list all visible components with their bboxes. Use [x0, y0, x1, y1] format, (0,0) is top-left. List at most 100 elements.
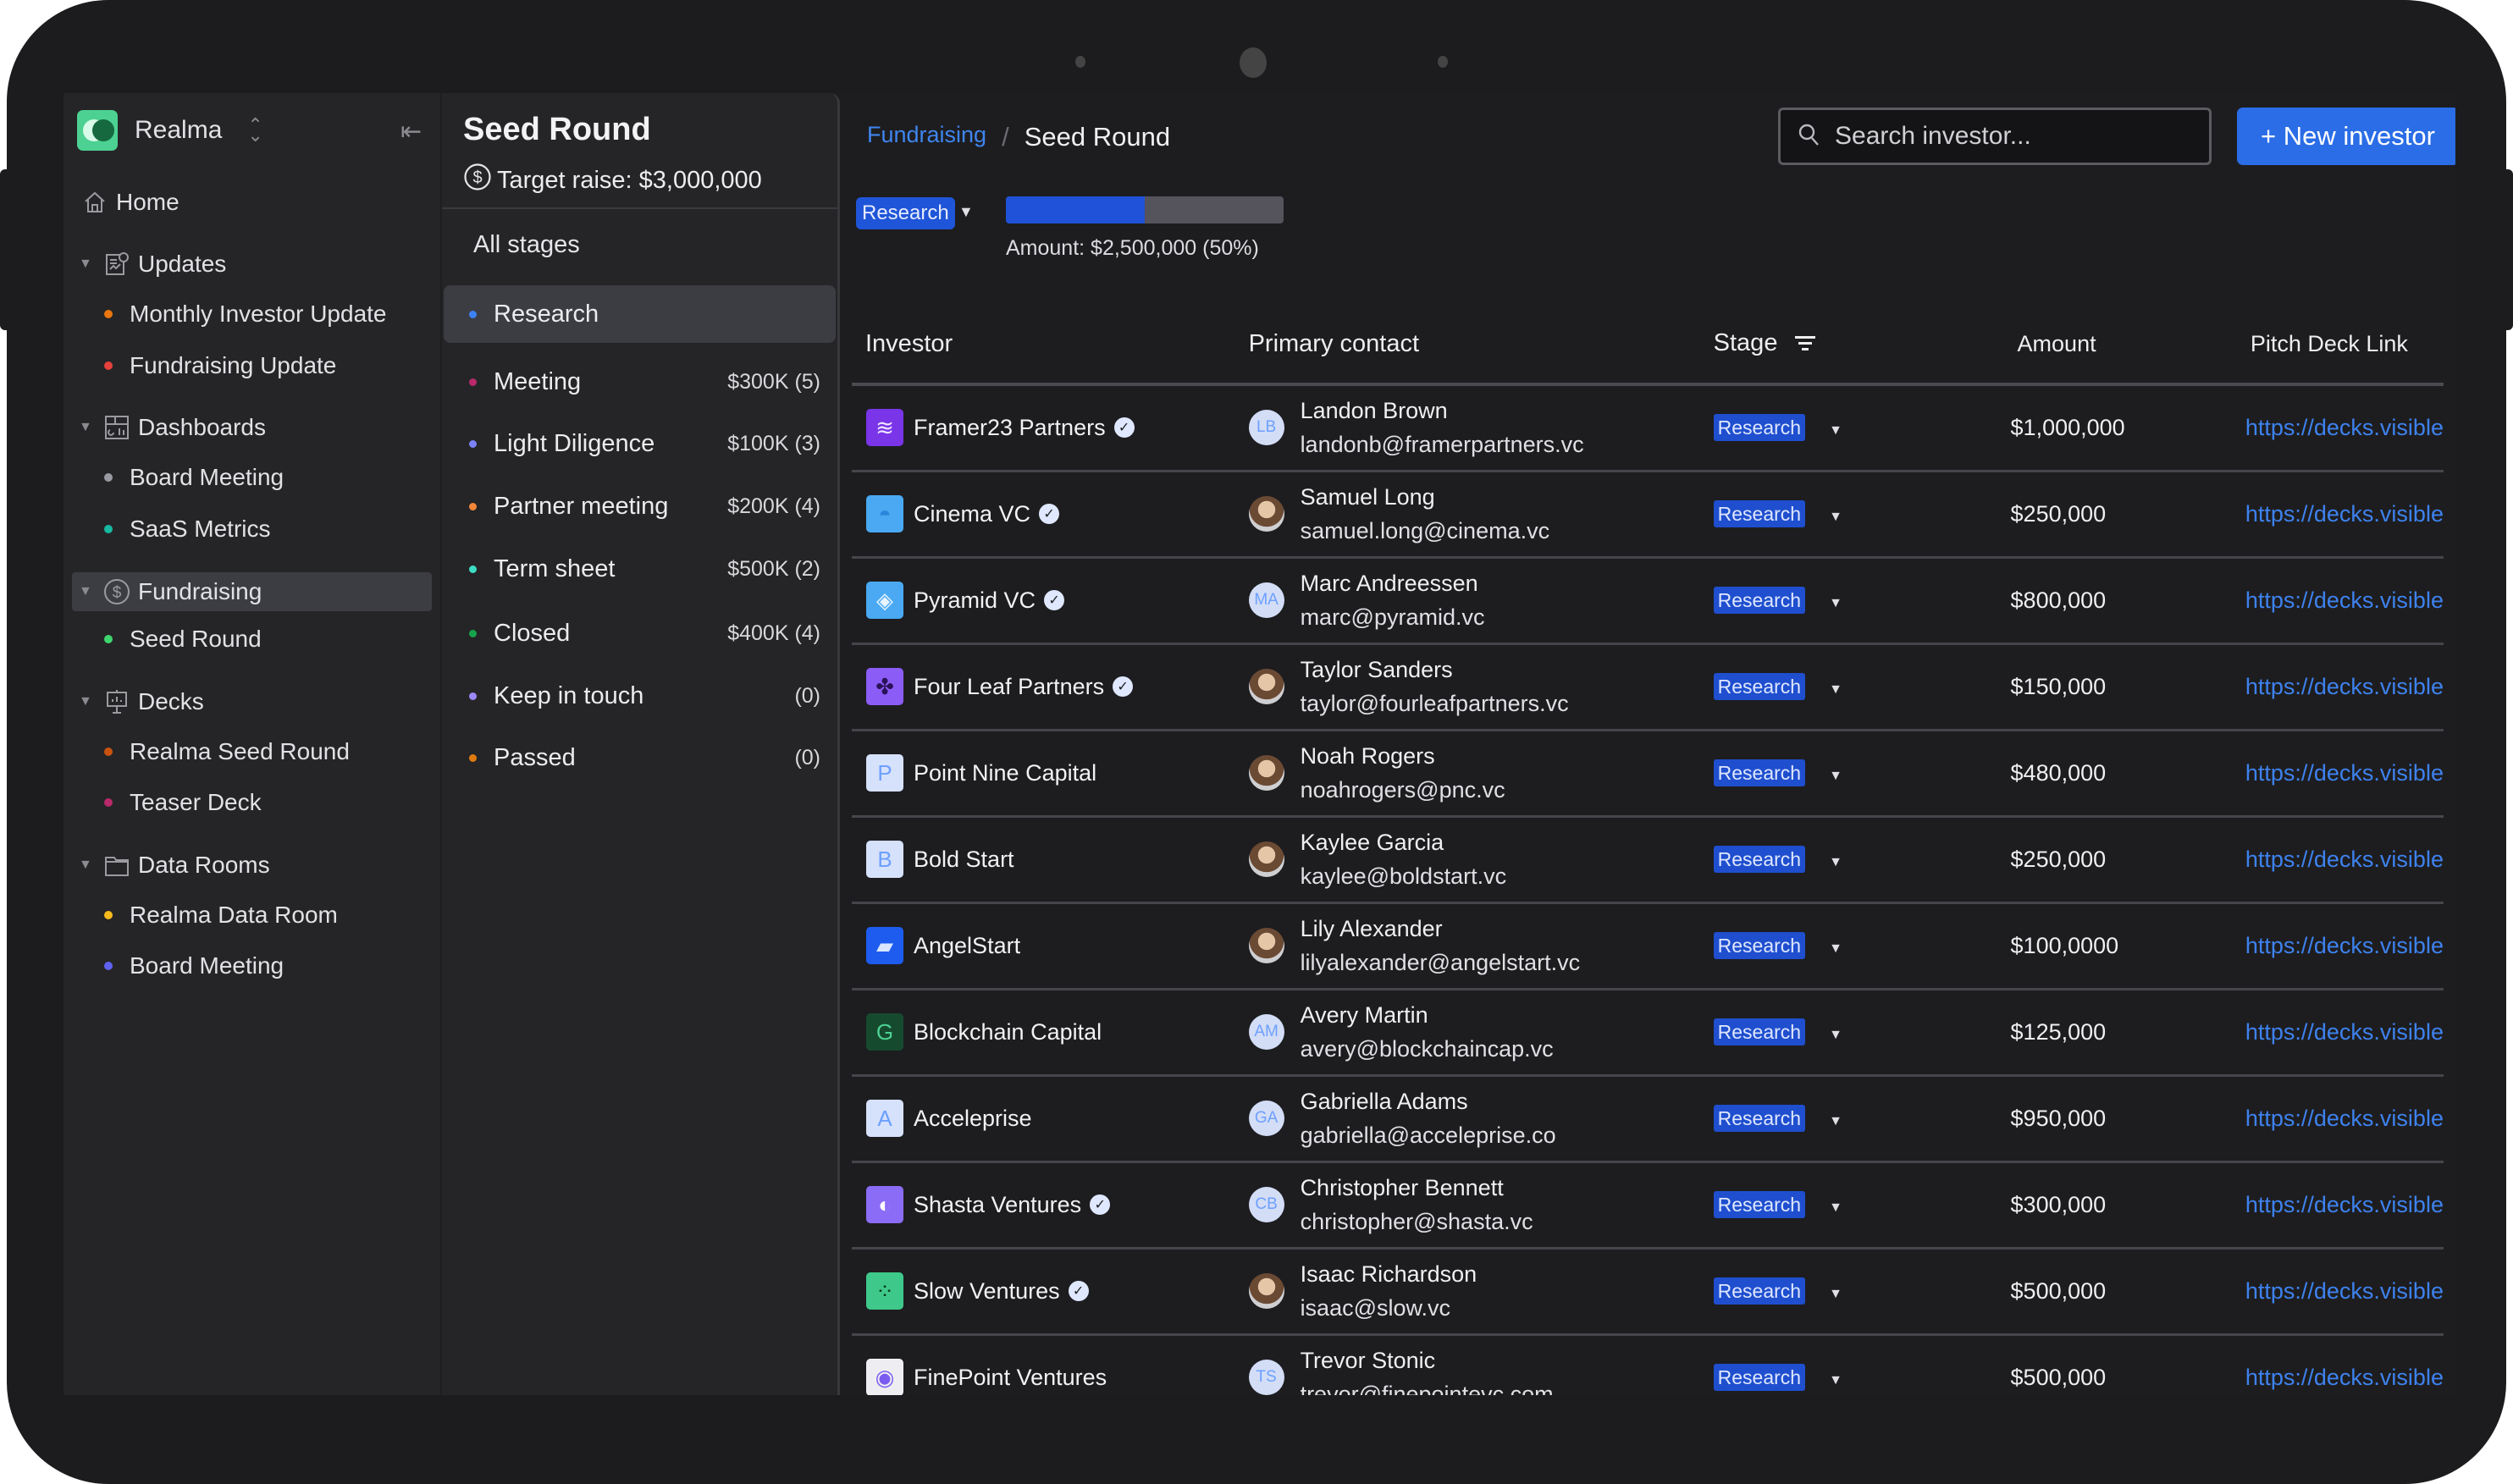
contact-email[interactable]: lilyalexander@angelstart.vc — [1301, 946, 1581, 979]
sidebar-subitem[interactable]: Board Meeting — [104, 458, 284, 497]
table-row[interactable]: ◉ FinePoint Ventures TS Trevor Stonic tr… — [852, 1334, 2444, 1395]
pitch-deck-link[interactable]: https://decks.visible — [2245, 415, 2444, 440]
search-box[interactable] — [1778, 108, 2212, 165]
caret-down-icon[interactable]: ▼ — [1829, 855, 1842, 869]
investor-cell[interactable]: ◉ FinePoint Ventures — [852, 1359, 1249, 1395]
investor-cell[interactable]: ≋ Framer23 Partners ✓ — [852, 409, 1249, 447]
caret-down-icon[interactable]: ▼ — [958, 203, 974, 221]
caret-down-icon[interactable]: ▼ — [1829, 1200, 1842, 1215]
caret-down-icon[interactable]: ▼ — [1829, 1114, 1842, 1128]
investor-cell[interactable]: ⁘ Slow Ventures ✓ — [852, 1272, 1249, 1310]
investor-cell[interactable]: ◈ Pyramid VC ✓ — [852, 582, 1249, 619]
sidebar-subitem[interactable]: Seed Round — [104, 620, 262, 659]
search-input[interactable] — [1835, 122, 2173, 151]
stage-item-closed[interactable]: Closed $400K (4) — [444, 604, 836, 662]
all-stages-filter[interactable]: All stages — [473, 231, 580, 259]
contact-email[interactable]: christopher@shasta.vc — [1301, 1205, 1533, 1239]
new-investor-button[interactable]: + New investor — [2237, 108, 2455, 165]
sidebar-subitem[interactable]: Monthly Investor Update — [104, 295, 387, 334]
investor-cell[interactable]: ◓ Cinema VC ✓ — [852, 495, 1249, 532]
pitch-deck-link[interactable]: https://decks.visible — [2245, 1192, 2444, 1217]
column-header-amount[interactable]: Amount — [1966, 305, 2220, 386]
sidebar-item-data-rooms[interactable]: ▼ Data Rooms — [79, 846, 270, 885]
stage-item-light-diligence[interactable]: Light Diligence $100K (3) — [444, 415, 836, 472]
stage-badge[interactable]: Research — [1713, 1191, 1806, 1218]
table-row[interactable]: ◓ Cinema VC ✓ Samuel Long samuel.long@ci… — [852, 471, 2444, 559]
caret-down-icon[interactable]: ▼ — [1829, 1373, 1842, 1387]
table-row[interactable]: ◐ Shasta Ventures ✓ CB Christopher Benne… — [852, 1161, 2444, 1250]
contact-email[interactable]: isaac@slow.vc — [1301, 1291, 1477, 1325]
stage-badge[interactable]: Research — [1713, 1105, 1806, 1132]
breadcrumb-fundraising[interactable]: Fundraising — [867, 122, 986, 152]
investor-cell[interactable]: ✤ Four Leaf Partners ✓ — [852, 668, 1249, 705]
table-row[interactable]: ✤ Four Leaf Partners ✓ Taylor Sanders ta… — [852, 643, 2444, 731]
pitch-deck-link[interactable]: https://decks.visible — [2245, 933, 2444, 958]
stage-badge[interactable]: Research — [1713, 1364, 1806, 1391]
pitch-deck-link[interactable]: https://decks.visible — [2245, 1106, 2444, 1131]
caret-down-icon[interactable]: ▼ — [79, 420, 102, 435]
contact-email[interactable]: noahrogers@pnc.vc — [1301, 773, 1505, 807]
pitch-deck-link[interactable]: https://decks.visible — [2245, 847, 2444, 872]
stage-badge[interactable]: Research — [1713, 932, 1806, 959]
caret-down-icon[interactable]: ▼ — [79, 694, 102, 709]
pitch-deck-link[interactable]: https://decks.visible — [2245, 588, 2444, 613]
pitch-deck-link[interactable]: https://decks.visible — [2245, 760, 2444, 786]
column-header-investor[interactable]: Investor — [852, 305, 1249, 386]
contact-email[interactable]: gabriella@acceleprise.co — [1301, 1118, 1556, 1152]
contact-email[interactable]: kaylee@boldstart.vc — [1301, 859, 1507, 893]
stage-badge[interactable]: Research — [1713, 414, 1806, 442]
caret-down-icon[interactable]: ▼ — [1829, 423, 1842, 438]
stage-item-keep-in-touch[interactable]: Keep in touch (0) — [444, 667, 836, 725]
caret-down-icon[interactable]: ▼ — [1829, 941, 1842, 956]
sidebar-subitem[interactable]: Fundraising Update — [104, 346, 336, 385]
sidebar-subitem[interactable]: Realma Seed Round — [104, 732, 350, 771]
stage-badge[interactable]: Research — [1713, 587, 1806, 614]
sidebar-subitem[interactable]: Teaser Deck — [104, 783, 262, 822]
stage-item-partner-meeting[interactable]: Partner meeting $200K (4) — [444, 477, 836, 535]
table-row[interactable]: ⁘ Slow Ventures ✓ Isaac Richardson isaac… — [852, 1248, 2444, 1336]
stage-badge[interactable]: Research — [1713, 500, 1806, 527]
stage-badge[interactable]: Research — [1713, 846, 1806, 873]
column-header-stage[interactable]: Stage — [1713, 305, 1967, 386]
contact-email[interactable]: avery@blockchaincap.vc — [1301, 1032, 1554, 1066]
sidebar-subitem[interactable]: Board Meeting — [104, 946, 284, 985]
table-row[interactable]: ▰ AngelStart Lily Alexander lilyalexande… — [852, 902, 2444, 990]
stage-item-research[interactable]: Research — [444, 285, 836, 343]
caret-down-icon[interactable]: ▼ — [1829, 596, 1842, 610]
caret-down-icon[interactable]: ▼ — [1829, 682, 1842, 697]
pitch-deck-link[interactable]: https://decks.visible — [2245, 1019, 2444, 1045]
table-row[interactable]: B Bold Start Kaylee Garcia kaylee@boldst… — [852, 816, 2444, 904]
caret-down-icon[interactable]: ▼ — [79, 584, 102, 599]
investor-cell[interactable]: P Point Nine Capital — [852, 754, 1249, 792]
stage-badge[interactable]: Research — [1713, 759, 1806, 786]
contact-email[interactable]: samuel.long@cinema.vc — [1301, 514, 1550, 548]
caret-down-icon[interactable]: ▼ — [1829, 510, 1842, 524]
contact-email[interactable]: taylor@fourleafpartners.vc — [1301, 687, 1569, 720]
caret-down-icon[interactable]: ▼ — [79, 257, 102, 272]
stage-badge[interactable]: Research — [1713, 1277, 1806, 1305]
pitch-deck-link[interactable]: https://decks.visible — [2245, 1365, 2444, 1390]
column-header-contact[interactable]: Primary contact — [1248, 305, 1714, 386]
stage-badge[interactable]: Research — [1713, 1018, 1806, 1045]
sidebar-subitem[interactable]: SaaS Metrics — [104, 510, 271, 549]
table-row[interactable]: P Point Nine Capital Noah Rogers noahrog… — [852, 730, 2444, 818]
stage-badge[interactable]: Research — [856, 197, 955, 229]
sidebar-item-fundraising[interactable]: ▼ $ Fundraising — [72, 572, 432, 611]
stage-item-term-sheet[interactable]: Term sheet $500K (2) — [444, 540, 836, 598]
table-row[interactable]: A Acceleprise GA Gabriella Adams gabriel… — [852, 1075, 2444, 1163]
table-row[interactable]: ≋ Framer23 Partners ✓ LB Landon Brown la… — [852, 384, 2444, 472]
table-row[interactable]: G Blockchain Capital AM Avery Martin ave… — [852, 989, 2444, 1077]
investor-cell[interactable]: A Acceleprise — [852, 1100, 1249, 1137]
sidebar-item-decks[interactable]: ▼ Decks — [79, 682, 204, 721]
collapse-sidebar-icon[interactable]: ⇤ — [400, 117, 422, 146]
stage-badge[interactable]: Research — [1713, 673, 1806, 700]
table-row[interactable]: ◈ Pyramid VC ✓ MA Marc Andreessen marc@p… — [852, 557, 2444, 645]
investor-cell[interactable]: G Blockchain Capital — [852, 1013, 1249, 1051]
investor-cell[interactable]: ◐ Shasta Ventures ✓ — [852, 1186, 1249, 1223]
filter-icon[interactable] — [1794, 330, 1815, 358]
investor-cell[interactable]: B Bold Start — [852, 841, 1249, 878]
sidebar-item-home[interactable]: Home — [80, 183, 180, 222]
column-header-pitch-deck[interactable]: Pitch Deck Link — [2219, 305, 2444, 386]
caret-down-icon[interactable]: ▼ — [1829, 1287, 1842, 1301]
caret-down-icon[interactable]: ▼ — [1829, 1028, 1842, 1042]
